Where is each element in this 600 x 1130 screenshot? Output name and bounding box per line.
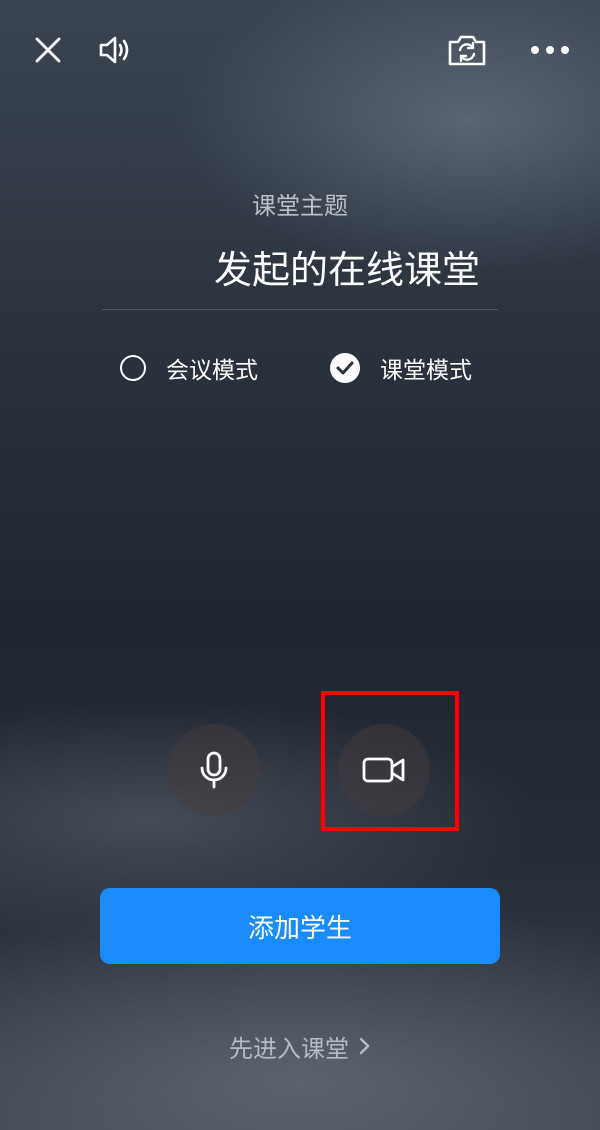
close-icon [34,36,62,64]
enter-class-link[interactable]: 先进入课堂 [0,1026,600,1066]
topic-label: 课堂主题 [252,192,348,220]
close-button[interactable] [26,28,70,72]
camera-switch-button[interactable] [444,28,490,72]
more-options-button[interactable] [526,28,574,72]
speaker-icon [98,34,134,66]
class-mode-option[interactable]: 课堂模式 [330,348,472,388]
more-icon [530,45,570,55]
radio-unchecked-icon [120,355,146,381]
meeting-mode-label: 会议模式 [166,358,258,384]
chevron-right-icon [359,1036,371,1056]
microphone-icon [198,750,230,790]
add-student-button[interactable]: 添加学生 [100,888,500,964]
microphone-button[interactable] [168,724,260,816]
topic-title-input[interactable]: 发起的在线课堂 [100,242,480,298]
highlight-box [321,691,459,831]
enter-class-label: 先进入课堂 [229,1034,349,1063]
radio-checked-icon [330,353,360,383]
topic-divider [102,309,498,310]
class-mode-label: 课堂模式 [380,358,472,384]
speaker-button[interactable] [94,28,138,72]
camera-switch-icon [447,33,487,67]
meeting-mode-option[interactable]: 会议模式 [120,348,258,388]
